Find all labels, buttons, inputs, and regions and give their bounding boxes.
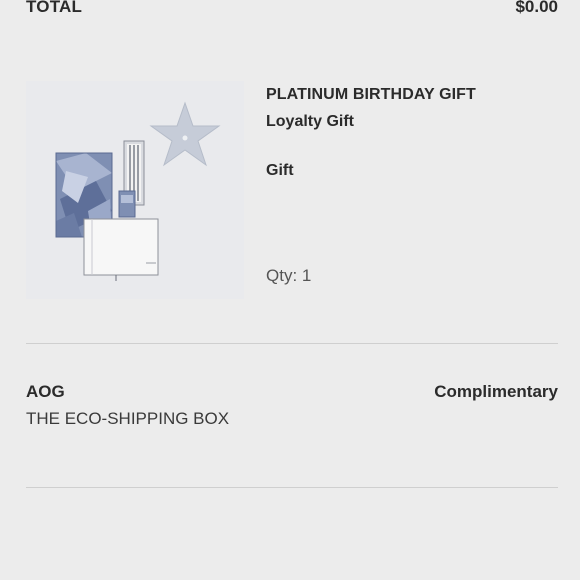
product-quantity: Qty: 1 <box>266 266 312 285</box>
product-image[interactable] <box>26 81 244 299</box>
shipping-label: AOG <box>26 382 65 401</box>
total-label: TOTAL <box>26 0 83 16</box>
star-icon <box>149 101 221 167</box>
product-subtitle: Loyalty Gift <box>266 113 355 130</box>
notebook-white <box>83 218 159 281</box>
divider <box>26 343 558 344</box>
small-pouch <box>118 190 136 218</box>
divider <box>26 487 558 488</box>
gift-set-illustration <box>55 101 221 281</box>
product-title: PLATINUM BIRTHDAY GIFT <box>266 86 476 103</box>
shipping-description: THE ECO-SHIPPING BOX <box>26 409 230 428</box>
total-value: $0.00 <box>515 0 558 16</box>
shipping-price: Complimentary <box>434 382 558 401</box>
product-type: Gift <box>266 162 294 179</box>
